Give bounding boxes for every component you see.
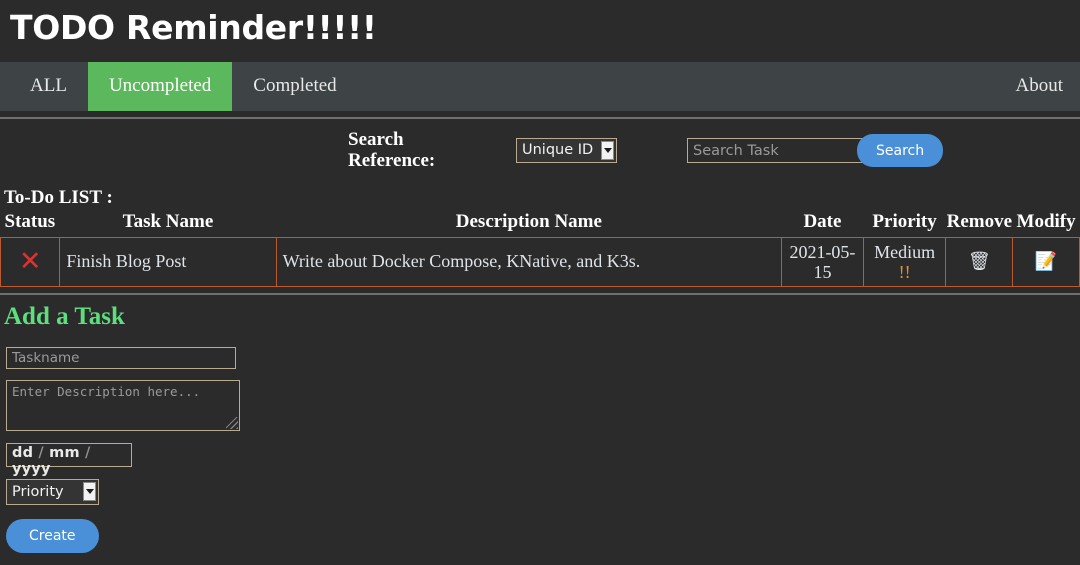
date-separator-1: / (33, 444, 50, 461)
date-month-segment[interactable]: mm (49, 445, 80, 461)
column-header-priority: Priority (872, 210, 937, 232)
nav-item-about[interactable]: About (1016, 75, 1064, 97)
row-remove-cell[interactable]: 🗑 (945, 236, 1014, 287)
create-button[interactable]: Create (6, 518, 99, 553)
column-header-description: Description Name (455, 210, 602, 232)
add-task-form: dd / mm / yyyy Priority Create (0, 331, 1080, 553)
row-modify-cell[interactable]: 📝 (1012, 236, 1080, 287)
column-header-remove: Remove (946, 210, 1013, 232)
row-date: 2021-05-15 (781, 236, 864, 287)
row-priority-label: Medium (874, 241, 936, 262)
todo-table: Status Task Name Description Name Date P… (0, 211, 1080, 287)
date-day-segment[interactable]: dd (12, 445, 33, 461)
search-reference-select[interactable]: Unique ID (516, 138, 617, 164)
nav-left-group: ALL Uncompleted Completed (0, 61, 358, 111)
description-wrapper (6, 379, 240, 431)
nav-right-group: About (1016, 62, 1080, 111)
divider-below-nav (0, 116, 1080, 119)
wastebasket-icon[interactable]: 🗑 (968, 251, 991, 272)
nav-item-all[interactable]: ALL (9, 62, 88, 111)
add-task-title: Add a Task (4, 302, 125, 330)
table-row: ✕ Finish Blog Post Write about Docker Co… (0, 236, 1080, 287)
nav-item-uncompleted[interactable]: Uncompleted (87, 61, 233, 111)
column-header-modify: Modify (1016, 210, 1076, 232)
search-input[interactable] (687, 138, 879, 164)
search-reference-label: Search Reference: (348, 128, 436, 171)
row-priority-bangs: !! (898, 261, 911, 282)
row-priority: Medium !! (862, 236, 947, 287)
row-status-cell[interactable]: ✕ (0, 236, 61, 287)
priority-select-wrapper: Priority (6, 478, 99, 505)
todo-table-body: ✕ Finish Blog Post Write about Docker Co… (0, 236, 1080, 287)
date-separator-2: / (79, 444, 91, 461)
page-title: TODO Reminder!!!!! (10, 8, 377, 47)
column-header-status: Status (4, 210, 56, 232)
date-year-segment[interactable]: yyyy (12, 461, 51, 477)
description-textarea[interactable] (6, 379, 240, 431)
todo-list-title: To-Do LIST : (4, 186, 113, 208)
taskname-input[interactable] (6, 346, 236, 369)
column-header-task-name: Task Name (122, 210, 214, 232)
row-task-name: Finish Blog Post (59, 236, 277, 287)
app-root: TODO Reminder!!!!! ALL Uncompleted Compl… (0, 0, 1080, 553)
cross-mark-icon[interactable]: ✕ (19, 246, 42, 277)
nav-item-completed[interactable]: Completed (232, 62, 357, 111)
navbar: ALL Uncompleted Completed About (0, 61, 1080, 111)
search-bar: Search Reference: Unique ID Search (0, 127, 1080, 175)
row-description: Write about Docker Compose, KNative, and… (275, 236, 783, 287)
todo-table-head: Status Task Name Description Name Date P… (1, 211, 1080, 238)
date-input[interactable]: dd / mm / yyyy (6, 442, 132, 477)
search-button[interactable]: Search (857, 134, 944, 168)
column-header-date: Date (803, 210, 842, 232)
search-reference-select-wrapper: Unique ID (516, 138, 617, 164)
memo-icon[interactable]: 📝 (1035, 251, 1057, 272)
priority-select[interactable]: Priority (6, 478, 99, 505)
todo-header-row: Status Task Name Description Name Date P… (1, 211, 1080, 238)
